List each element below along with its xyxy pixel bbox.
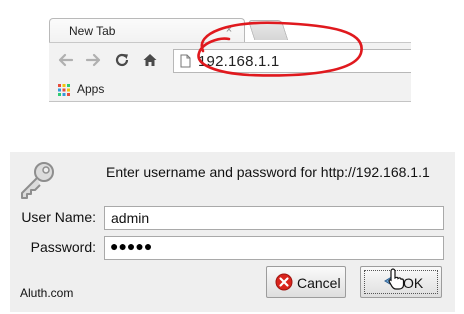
cancel-label: Cancel xyxy=(297,275,341,291)
home-icon[interactable] xyxy=(141,51,159,69)
bookmarks-bar: Apps xyxy=(49,78,411,102)
brand-label: Aluth.com xyxy=(20,286,74,300)
tab-title: New Tab xyxy=(69,24,116,38)
reload-icon[interactable] xyxy=(113,51,131,69)
ok-label: OK xyxy=(403,275,424,291)
password-label: Password: xyxy=(30,239,96,255)
username-field[interactable] xyxy=(104,206,444,230)
cancel-button[interactable]: Cancel xyxy=(266,266,346,298)
address-bar[interactable]: 192.168.1.1 xyxy=(173,49,411,73)
tab-strip: New Tab × xyxy=(49,14,411,42)
key-icon xyxy=(16,158,60,207)
apps-grid-icon[interactable] xyxy=(58,83,70,101)
tab-new-tab[interactable]: New Tab × xyxy=(49,18,245,42)
forward-arrow-icon[interactable] xyxy=(84,51,102,69)
toolbar: 192.168.1.1 xyxy=(49,42,411,78)
password-field[interactable] xyxy=(104,236,444,260)
ok-button[interactable]: OK xyxy=(360,266,442,298)
username-label: User Name: xyxy=(21,209,96,225)
ok-icon xyxy=(383,273,397,292)
new-tab-button[interactable] xyxy=(247,20,289,40)
dialog-message: Enter username and password for http://1… xyxy=(106,164,430,180)
page-icon xyxy=(180,54,191,73)
apps-bookmark-label[interactable]: Apps xyxy=(77,82,104,96)
cancel-icon xyxy=(275,273,293,294)
focus-ring xyxy=(364,270,438,294)
browser-window: New Tab × 192.168.1.1 Apps xyxy=(49,14,411,102)
close-icon[interactable]: × xyxy=(223,23,235,37)
url-text[interactable]: 192.168.1.1 xyxy=(198,53,279,70)
auth-dialog: Enter username and password for http://1… xyxy=(10,152,455,312)
back-arrow-icon[interactable] xyxy=(57,51,75,69)
